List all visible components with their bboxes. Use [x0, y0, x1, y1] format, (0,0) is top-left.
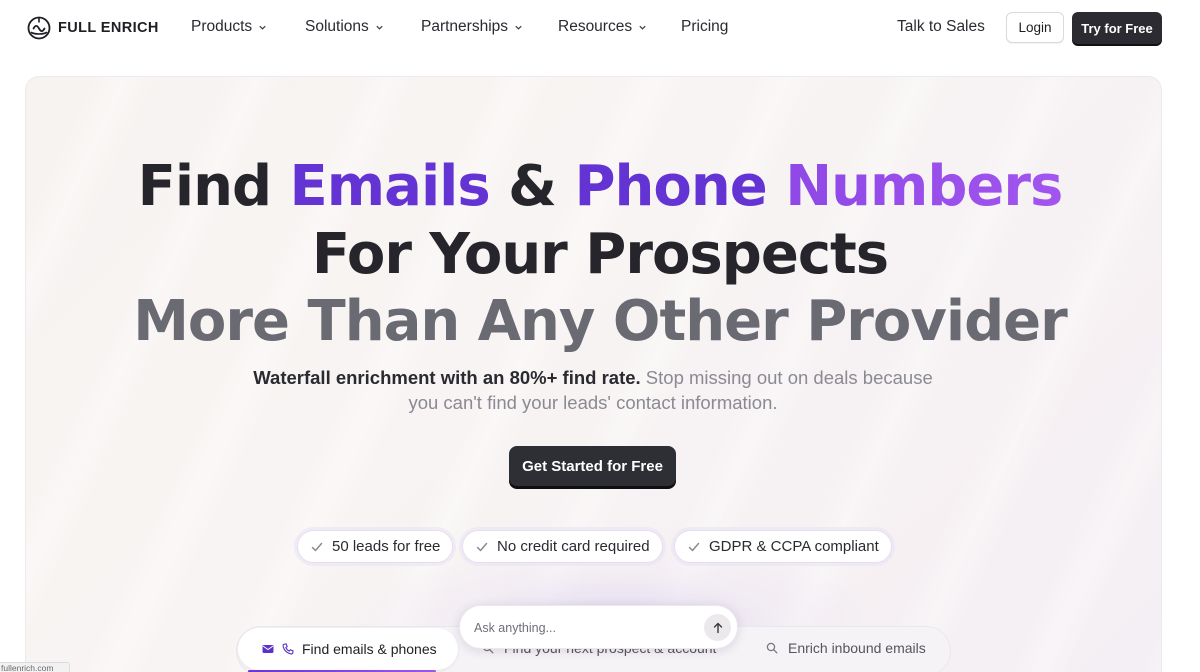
nav-item-pricing[interactable]: Pricing [681, 18, 728, 36]
nav-item-label: Solutions [305, 18, 369, 35]
nav-item-label: Partnerships [421, 18, 509, 35]
headline-word-find: Find [137, 154, 272, 219]
phone-icon [282, 643, 294, 655]
try-for-free-button[interactable]: Try for Free [1072, 12, 1162, 44]
nav-item-products[interactable]: Products [191, 18, 267, 36]
brand-logo[interactable]: FULL ENRICH [27, 15, 159, 41]
status-url: fullenrich.com [0, 662, 70, 672]
hero-subtitle-line-1: Waterfall enrichment with an 80%+ find r… [0, 365, 1186, 390]
badge-label: 50 leads for free [332, 538, 441, 555]
search-icon [766, 642, 778, 654]
tab-enrich-inbound[interactable]: Enrich inbound emails [766, 640, 926, 656]
badge-label: No credit card required [497, 538, 650, 555]
hero-headline-line-2: For Your Prospects [311, 222, 889, 287]
headline-word-emails: Emails [289, 154, 491, 219]
badge-label: GDPR & CCPA compliant [709, 538, 879, 555]
check-icon [311, 542, 323, 551]
hero-headline-line-1: Find Emails & Phone Numbers [0, 152, 1200, 222]
globe-smile-icon [27, 16, 51, 40]
nav-item-partnerships[interactable]: Partnerships [421, 18, 523, 36]
ask-anything-input[interactable] [474, 617, 694, 639]
arrow-up-icon [713, 622, 722, 633]
chevron-down-icon [639, 25, 646, 30]
headline-word-numbers: Numbers [785, 154, 1063, 219]
login-button[interactable]: Login [1006, 12, 1064, 43]
subtitle-strong: Waterfall enrichment with an 80%+ find r… [253, 367, 641, 388]
tab-label: Enrich inbound emails [788, 640, 926, 656]
nav-item-label: Pricing [681, 18, 729, 35]
chevron-down-icon [259, 25, 266, 30]
nav-item-solutions[interactable]: Solutions [305, 18, 384, 36]
hero-subtitle-line-2: you can't find your leads' contact infor… [408, 392, 778, 413]
nav-item-label: Products [191, 18, 253, 35]
nav-item-resources[interactable]: Resources [558, 18, 647, 36]
get-started-button[interactable]: Get Started for Free [509, 446, 676, 486]
mail-icon [262, 645, 274, 653]
send-button[interactable] [704, 614, 731, 641]
top-nav: FULL ENRICH Products Solutions Partnersh… [0, 0, 1200, 56]
badge-gdpr-compliant: GDPR & CCPA compliant [674, 530, 892, 563]
talk-to-sales-link[interactable]: Talk to Sales [897, 18, 985, 36]
check-icon [476, 542, 488, 551]
badge-no-credit-card: No credit card required [462, 530, 663, 563]
subtitle-rest: Stop missing out on deals because [645, 367, 933, 388]
nav-item-label: Resources [558, 18, 633, 35]
headline-word-phone: Phone [574, 154, 768, 219]
check-icon [688, 542, 700, 551]
brand-name: FULL ENRICH [58, 20, 159, 36]
chevron-down-icon [376, 25, 383, 30]
ask-anything-box [459, 605, 738, 649]
headline-ampersand: & [508, 154, 557, 219]
chevron-down-icon [515, 25, 522, 30]
badge-free-leads: 50 leads for free [297, 530, 454, 563]
tab-find-emails-phones[interactable]: Find emails & phones [238, 628, 458, 672]
tab-label: Find emails & phones [302, 641, 437, 657]
hero-headline-line-3: More Than Any Other Provider [133, 289, 1068, 354]
